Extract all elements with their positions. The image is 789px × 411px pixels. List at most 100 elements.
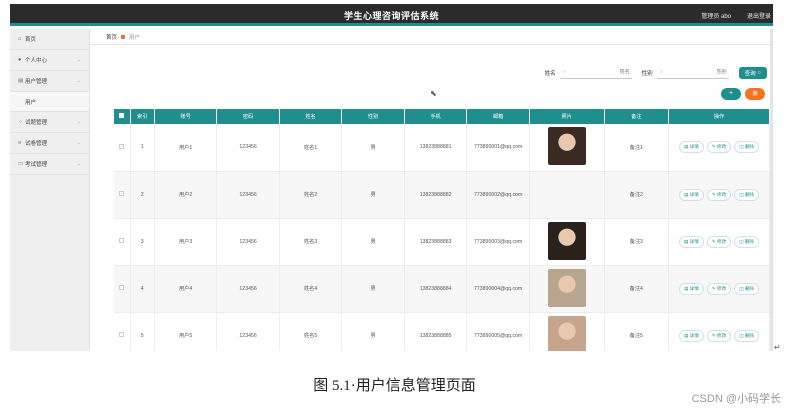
delete-label: 删除 (744, 238, 755, 244)
delete-button[interactable]: ◫ 删除 (734, 329, 760, 342)
sidebar-item-1[interactable]: ● 个人中心 ⌄ (10, 50, 89, 71)
name-input[interactable] (574, 68, 630, 75)
row-select-cell[interactable] (114, 218, 131, 266)
logout-link[interactable]: 退出登录 (747, 11, 771, 20)
figure-caption: 图 5.1·用户信息管理页面 (313, 378, 476, 394)
query-button[interactable]: 查询 ○ (738, 67, 767, 79)
sidebar-item-5[interactable]: ▭ 考试管理 ⌄ (10, 154, 89, 175)
gender-input[interactable] (671, 68, 727, 75)
cell-index: 2 (130, 171, 155, 219)
edit-label: 修改 (717, 332, 727, 338)
column-header: 手机 (404, 109, 468, 124)
sidebar-item-label: 首页 (25, 37, 37, 43)
grid-icon: ⁘ (18, 119, 23, 125)
select-all-checkbox[interactable] (119, 113, 125, 118)
table-row[interactable]: 1 用户1 123456 姓名1 男 13823888881 773890001@qq.co… (114, 124, 770, 172)
cell-email: 773890005@qq.com (466, 312, 530, 351)
cell-index: 3 (130, 218, 155, 266)
edit-label: 修改 (717, 191, 727, 197)
user-photo[interactable] (547, 127, 586, 166)
edit-button[interactable]: ✎ 修改 (706, 282, 732, 295)
cell-gender: 男 (341, 124, 405, 172)
cell-email: 773890002@qq.com (466, 171, 530, 219)
row-checkbox[interactable] (119, 191, 125, 196)
cell-note: 备注1 (604, 124, 670, 172)
column-header: 邮箱 (466, 109, 530, 124)
chevron-down-icon: ⌄ (76, 57, 81, 63)
sidebar-item-4[interactable]: ≡ 试卷管理 ⌄ (10, 133, 89, 154)
row-select-cell[interactable] (114, 124, 131, 172)
row-select-cell[interactable] (114, 312, 131, 351)
cell-email: 773890003@qq.com (466, 218, 530, 266)
sidebar-item-2[interactable]: ▤ 用户管理 ⌄ (10, 71, 89, 92)
user-photo[interactable] (547, 315, 586, 351)
row-select-cell[interactable] (114, 171, 131, 219)
sidebar: ⌂ 首页 ● 个人中心 ⌄ ▤ 用户管理 ⌄ 用户 ⁘ 试题管理 ⌄ ≡ 试卷管理 ⌄ ▭ 考试管理 ⌄ (10, 29, 90, 351)
sidebar-item-label: 个人中心 (25, 58, 48, 64)
edit-button[interactable]: ✎ 修改 (706, 188, 732, 201)
cell-operations: ▤ 详情 ✎ 修改 ◫ 删除 (668, 124, 770, 172)
delete-button[interactable]: ◫ 删除 (734, 188, 760, 201)
cell-password: 123456 (216, 312, 280, 351)
cell-index: 1 (130, 124, 155, 172)
table-row[interactable]: 2 用户2 123456 姓名2 男 13823888882 773890002@qq.co… (114, 171, 770, 219)
user-photo[interactable] (547, 221, 586, 260)
delete-button[interactable]: ◫ 删除 (734, 141, 760, 154)
cell-note: 备注3 (604, 218, 670, 266)
edit-button[interactable]: ✎ 修改 (706, 235, 732, 248)
delete-button[interactable]: ◫ 删除 (734, 282, 760, 295)
cell-operations: ▤ 详情 ✎ 修改 ◫ 删除 (668, 265, 770, 313)
row-checkbox[interactable] (119, 238, 125, 243)
edit-button[interactable]: ✎ 修改 (706, 329, 732, 342)
cell-operations: ▤ 详情 ✎ 修改 ◫ 删除 (668, 171, 770, 219)
name-field[interactable]: ○ (559, 68, 632, 79)
sidebar-item-label: 试题管理 (25, 120, 48, 126)
cell-phone: 13823888885 (404, 312, 468, 351)
list-icon: ≡ (18, 140, 22, 146)
cell-photo (529, 218, 605, 266)
cell-gender: 男 (341, 312, 405, 351)
batch-delete-button[interactable]: 删 (745, 88, 765, 100)
cell-gender: 男 (341, 171, 405, 219)
delete-button[interactable]: ◫ 删除 (734, 235, 760, 248)
column-header: 姓名 (279, 109, 343, 124)
detail-button[interactable]: ▤ 详情 (679, 235, 704, 248)
table-row[interactable]: 3 用户3 123456 姓名3 男 13823888883 773890003@qq.co… (114, 218, 770, 266)
user-photo[interactable] (547, 268, 586, 307)
select-all-header[interactable] (114, 109, 131, 124)
breadcrumb-home[interactable]: 首页 (106, 33, 117, 41)
chevron-down-icon: ⌄ (76, 140, 81, 146)
cell-index: 4 (130, 265, 155, 313)
sidebar-item-3[interactable]: ⁘ 试题管理 ⌄ (10, 112, 89, 133)
add-button[interactable]: + (721, 88, 741, 100)
name-label: 姓名 (544, 71, 556, 77)
breadcrumb-current: 用户 (129, 34, 141, 41)
table-row[interactable]: 4 用户4 123456 姓名4 男 13823888884 773890004@qq.co… (114, 265, 770, 313)
query-button-label: 查询 (744, 71, 756, 77)
cell-operations: ▤ 详情 ✎ 修改 ◫ 删除 (668, 218, 770, 266)
home-icon: ⌂ (18, 36, 22, 42)
gender-field[interactable]: ○ (656, 68, 729, 79)
row-checkbox[interactable] (119, 285, 125, 290)
cell-password: 123456 (216, 218, 280, 266)
detail-button[interactable]: ▤ 详情 (679, 282, 704, 295)
vertical-scrollbar[interactable] (770, 29, 773, 351)
search-bar: 姓名 ○ 性别 ○ 查询 ○ (545, 67, 767, 79)
delete-label: 删除 (744, 191, 755, 197)
table-row[interactable]: 5 用户5 123456 姓名5 男 13823888885 773890005@qq.co… (114, 312, 770, 351)
detail-button[interactable]: ▤ 详情 (679, 329, 704, 342)
cell-gender: 男 (341, 265, 405, 313)
row-checkbox[interactable] (119, 332, 125, 337)
breadcrumb: 首页 用户 (90, 29, 773, 45)
row-select-cell[interactable] (114, 265, 131, 313)
sidebar-subitem-user[interactable]: 用户 (10, 92, 89, 112)
cell-name: 姓名5 (279, 312, 343, 351)
detail-button[interactable]: ▤ 详情 (679, 141, 704, 154)
detail-button[interactable]: ▤ 详情 (679, 188, 704, 201)
cell-name: 姓名3 (279, 218, 343, 266)
edit-button[interactable]: ✎ 修改 (706, 141, 732, 154)
chevron-down-icon: ⌄ (76, 78, 81, 84)
row-checkbox[interactable] (119, 143, 125, 149)
book-icon: ▭ (18, 161, 24, 167)
sidebar-item-0[interactable]: ⌂ 首页 (10, 29, 89, 50)
